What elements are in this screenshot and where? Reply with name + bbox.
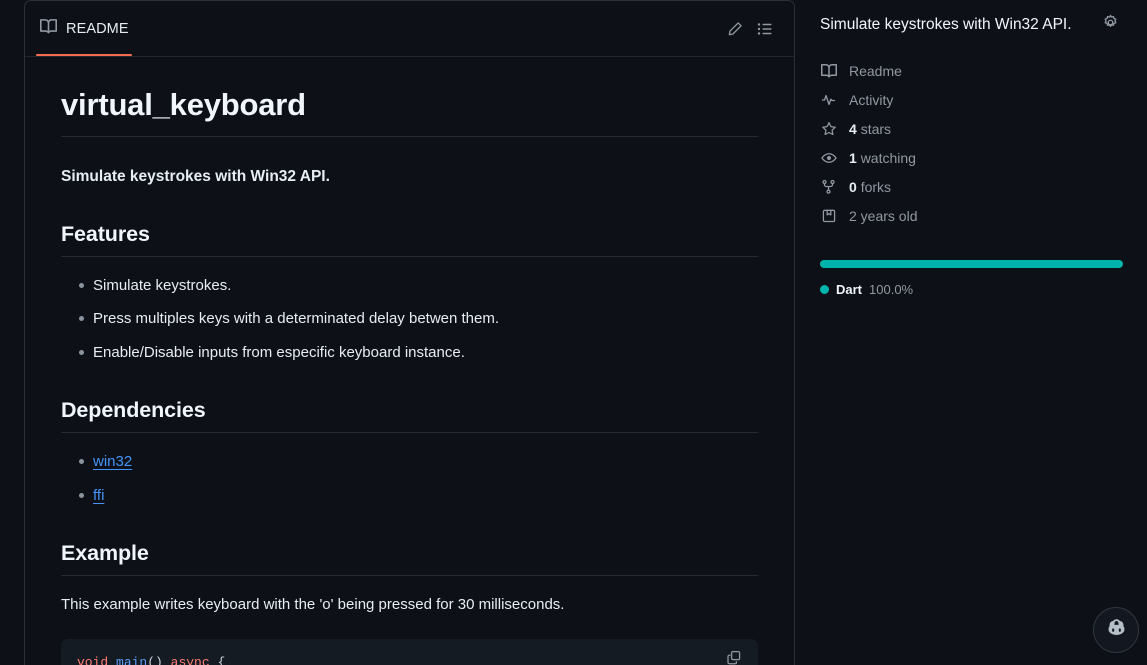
tab-readme-label: README [66, 20, 129, 37]
sidebar-item-label: Activity [849, 91, 894, 108]
star-count: 4 [849, 120, 857, 137]
section-heading-dependencies: Dependencies [61, 398, 758, 434]
code-token: void [77, 654, 109, 665]
fork-count: 0 [849, 178, 857, 195]
dependency-link-win32[interactable]: win32 [93, 453, 132, 470]
code-content: void main() async {··Keyboard mainKeyboa… [77, 653, 742, 665]
copilot-icon [1106, 617, 1127, 643]
dependency-link-ffi[interactable]: ffi [93, 487, 104, 504]
copy-code-button[interactable] [720, 647, 748, 665]
sidebar-item-label: 4 stars [849, 122, 891, 136]
list-unordered-icon [757, 21, 773, 37]
watching-count: 1 [849, 149, 857, 166]
code-line: void main() async { [77, 653, 742, 665]
book-icon [40, 18, 58, 40]
fork-label: forks [860, 178, 892, 195]
pulse-icon [820, 91, 838, 109]
dependencies-list: win32 ffi [61, 451, 758, 507]
readme-panel: README virtual_keyboard Simulate keystro… [24, 0, 795, 665]
fork-icon [820, 178, 838, 196]
sidebar-item-label: 1 watching [849, 151, 916, 165]
sidebar-item-age[interactable]: 2 years old [820, 201, 1123, 230]
code-token: { [209, 654, 226, 665]
language-bar[interactable] [820, 260, 1123, 268]
tab-readme[interactable]: README [25, 1, 143, 56]
section-heading-features: Features [61, 222, 758, 257]
sidebar-item-label: 2 years old [849, 207, 918, 224]
language-legend-item[interactable]: Dart 100.0% [820, 282, 1123, 297]
feature-text: Simulate keystrokes. [93, 276, 232, 294]
book-icon [820, 62, 838, 80]
readme-tagline: Simulate keystrokes with Win32 API. [61, 167, 330, 185]
star-icon [820, 120, 838, 138]
package-icon [820, 207, 838, 225]
sidebar-item-watching[interactable]: 1 watching [820, 143, 1123, 172]
readme-tabbar: README [25, 1, 794, 57]
list-item: ffi [61, 485, 758, 508]
edit-readme-button[interactable] [720, 14, 750, 44]
sidebar-item-label: Readme [849, 62, 902, 79]
example-paragraph: This example writes keyboard with the 'o… [61, 596, 565, 614]
copy-icon [726, 649, 742, 665]
copilot-button[interactable] [1093, 607, 1139, 653]
sidebar-item-activity[interactable]: Activity [820, 85, 1123, 114]
repo-description: Simulate keystrokes with Win32 API. [820, 16, 1072, 33]
star-label: stars [860, 120, 892, 137]
feature-text: Enable/Disable inputs from especific key… [93, 343, 465, 361]
features-list: Simulate keystrokes. Press multiples key… [61, 275, 758, 365]
section-heading-example: Example [61, 541, 758, 577]
language-name: Dart [836, 282, 863, 297]
eye-icon [820, 149, 838, 167]
languages-section: Dart 100.0% [820, 260, 1123, 297]
tab-active-indicator [36, 54, 132, 56]
page-title: virtual_keyboard [61, 87, 758, 137]
code-token: () [147, 654, 171, 665]
outline-button[interactable] [750, 14, 780, 44]
code-token: async [170, 654, 210, 665]
about-header: Simulate keystrokes with Win32 API. [820, 12, 1123, 38]
list-item: Simulate keystrokes. [61, 275, 758, 298]
list-item: Enable/Disable inputs from especific key… [61, 342, 758, 365]
gear-icon [1102, 14, 1119, 36]
list-item: Press multiples keys with a determinated… [61, 308, 758, 331]
language-color-dot [820, 285, 829, 294]
code-block: void main() async {··Keyboard mainKeyboa… [61, 638, 758, 665]
repo-meta-list: Readme Activity 4 stars 1 watching 0 for… [820, 56, 1123, 230]
readme-document: virtual_keyboard Simulate keystrokes wit… [25, 57, 794, 665]
github-repo-readme-view: README virtual_keyboard Simulate keystro… [0, 0, 1147, 665]
sidebar-item-label: 0 forks [849, 180, 891, 194]
code-token: main [116, 654, 148, 665]
pencil-icon [727, 21, 743, 37]
language-percent: 100.0% [869, 282, 914, 297]
language-bar-segment [820, 260, 1123, 268]
edit-repo-settings-button[interactable] [1097, 12, 1123, 38]
watching-label: watching [860, 149, 916, 166]
sidebar-item-stars[interactable]: 4 stars [820, 114, 1123, 143]
about-sidebar: Simulate keystrokes with Win32 API. Read [820, 0, 1147, 665]
list-item: win32 [61, 451, 758, 474]
sidebar-item-readme[interactable]: Readme [820, 56, 1123, 85]
sidebar-item-forks[interactable]: 0 forks [820, 172, 1123, 201]
feature-text: Press multiples keys with a determinated… [93, 310, 500, 328]
